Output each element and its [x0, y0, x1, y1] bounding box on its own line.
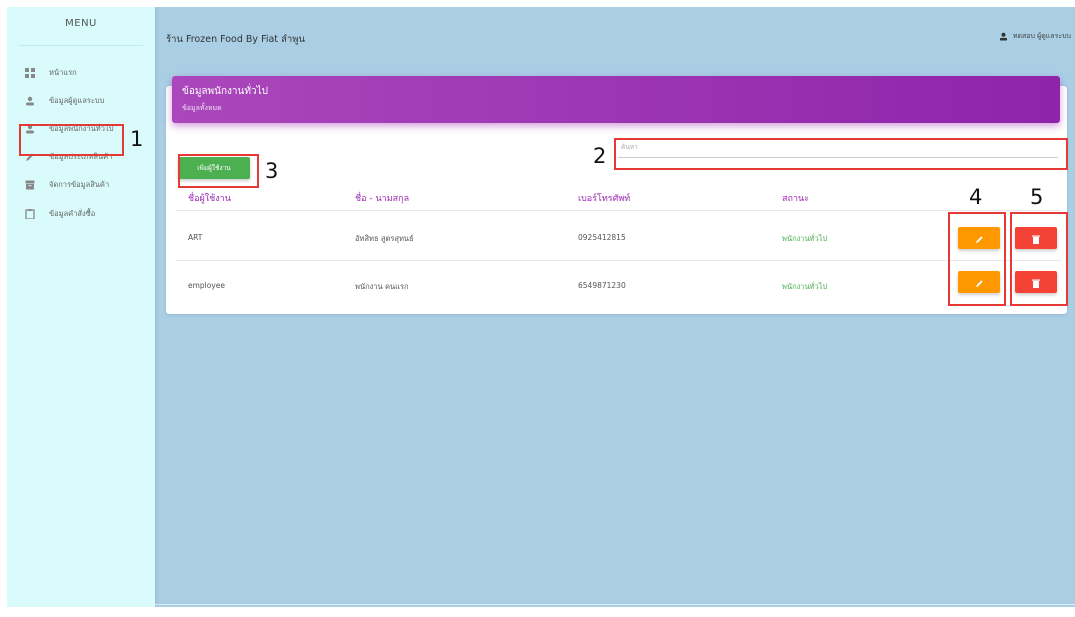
sidebar-item-products[interactable]: จัดการข้อมูลสินค้า — [19, 175, 139, 195]
menu-divider — [19, 45, 143, 46]
annotation-box-3 — [178, 154, 259, 188]
dashboard-icon — [25, 68, 35, 78]
user-name: ทดสอบ ผู้ดูแลระบบ — [1012, 32, 1071, 40]
cell-status: พนักงานทั่วไป — [782, 234, 828, 243]
table-divider — [176, 210, 1061, 211]
person-icon — [25, 96, 35, 106]
annotation-box-2 — [614, 138, 1068, 170]
annotation-box-4 — [948, 212, 1006, 306]
card-header: ข้อมูลพนักงานทั่วไป ข้อมูลทั้งหมด — [172, 76, 1060, 123]
menu-title: MENU — [65, 18, 97, 29]
sidebar-item-orders[interactable]: ข้อมูลคำสั่งซื้อ — [19, 204, 139, 224]
annotation-box-5 — [1010, 212, 1068, 306]
card-title: ข้อมูลพนักงานทั่วไป — [182, 86, 268, 97]
sidebar-item-label: จัดการข้อมูลสินค้า — [49, 180, 110, 189]
sidebar-item-home[interactable]: หน้าแรก — [19, 63, 139, 83]
column-header-status: สถานะ — [782, 194, 809, 204]
annotation-number-5: 5 — [1030, 185, 1044, 209]
cell-username: ART — [188, 233, 203, 242]
column-header-fullname: ชื่อ - นามสกุล — [355, 194, 410, 204]
cell-status: พนักงานทั่วไป — [782, 282, 828, 291]
sidebar-item-label: ข้อมูลคำสั่งซื้อ — [49, 209, 96, 218]
person-icon — [999, 32, 1008, 41]
user-menu[interactable]: ทดสอบ ผู้ดูแลระบบ — [999, 31, 1071, 42]
column-header-username: ชื่อผู้ใช้งาน — [188, 194, 231, 204]
cell-fullname: อัทสิทธ สูตรสุทนธ์ — [355, 234, 414, 243]
sidebar-item-label: ข้อมูลผู้ดูแลระบบ — [49, 96, 105, 105]
sidebar-item-label: หน้าแรก — [49, 68, 77, 77]
archive-icon — [25, 180, 35, 190]
cell-phone: 0925412815 — [578, 233, 626, 242]
footer-divider — [155, 604, 1075, 605]
annotation-number-2: 2 — [593, 144, 607, 168]
cell-phone: 6549871230 — [578, 281, 626, 290]
sidebar: MENU หน้าแรก ข้อมูลผู้ดูแลระบบ ข้อมูลพนั… — [7, 7, 155, 607]
annotation-number-3: 3 — [265, 159, 279, 183]
cell-fullname: พนักงาน คนแรก — [355, 282, 409, 291]
shop-title: ร้าน Frozen Food By Fiat ลำพูน — [166, 34, 305, 45]
clipboard-icon — [25, 209, 35, 219]
card-subtitle: ข้อมูลทั้งหมด — [182, 104, 222, 112]
annotation-number-4: 4 — [969, 185, 983, 209]
column-header-phone: เบอร์โทรศัพท์ — [578, 194, 631, 204]
sidebar-item-admins[interactable]: ข้อมูลผู้ดูแลระบบ — [19, 91, 139, 111]
annotation-number-1: 1 — [130, 127, 144, 151]
top-bar: ร้าน Frozen Food By Fiat ลำพูน ทดสอบ ผู้… — [155, 7, 1075, 69]
cell-username: employee — [188, 281, 226, 290]
table-row-divider — [176, 260, 1061, 261]
annotation-box-1 — [19, 124, 124, 156]
